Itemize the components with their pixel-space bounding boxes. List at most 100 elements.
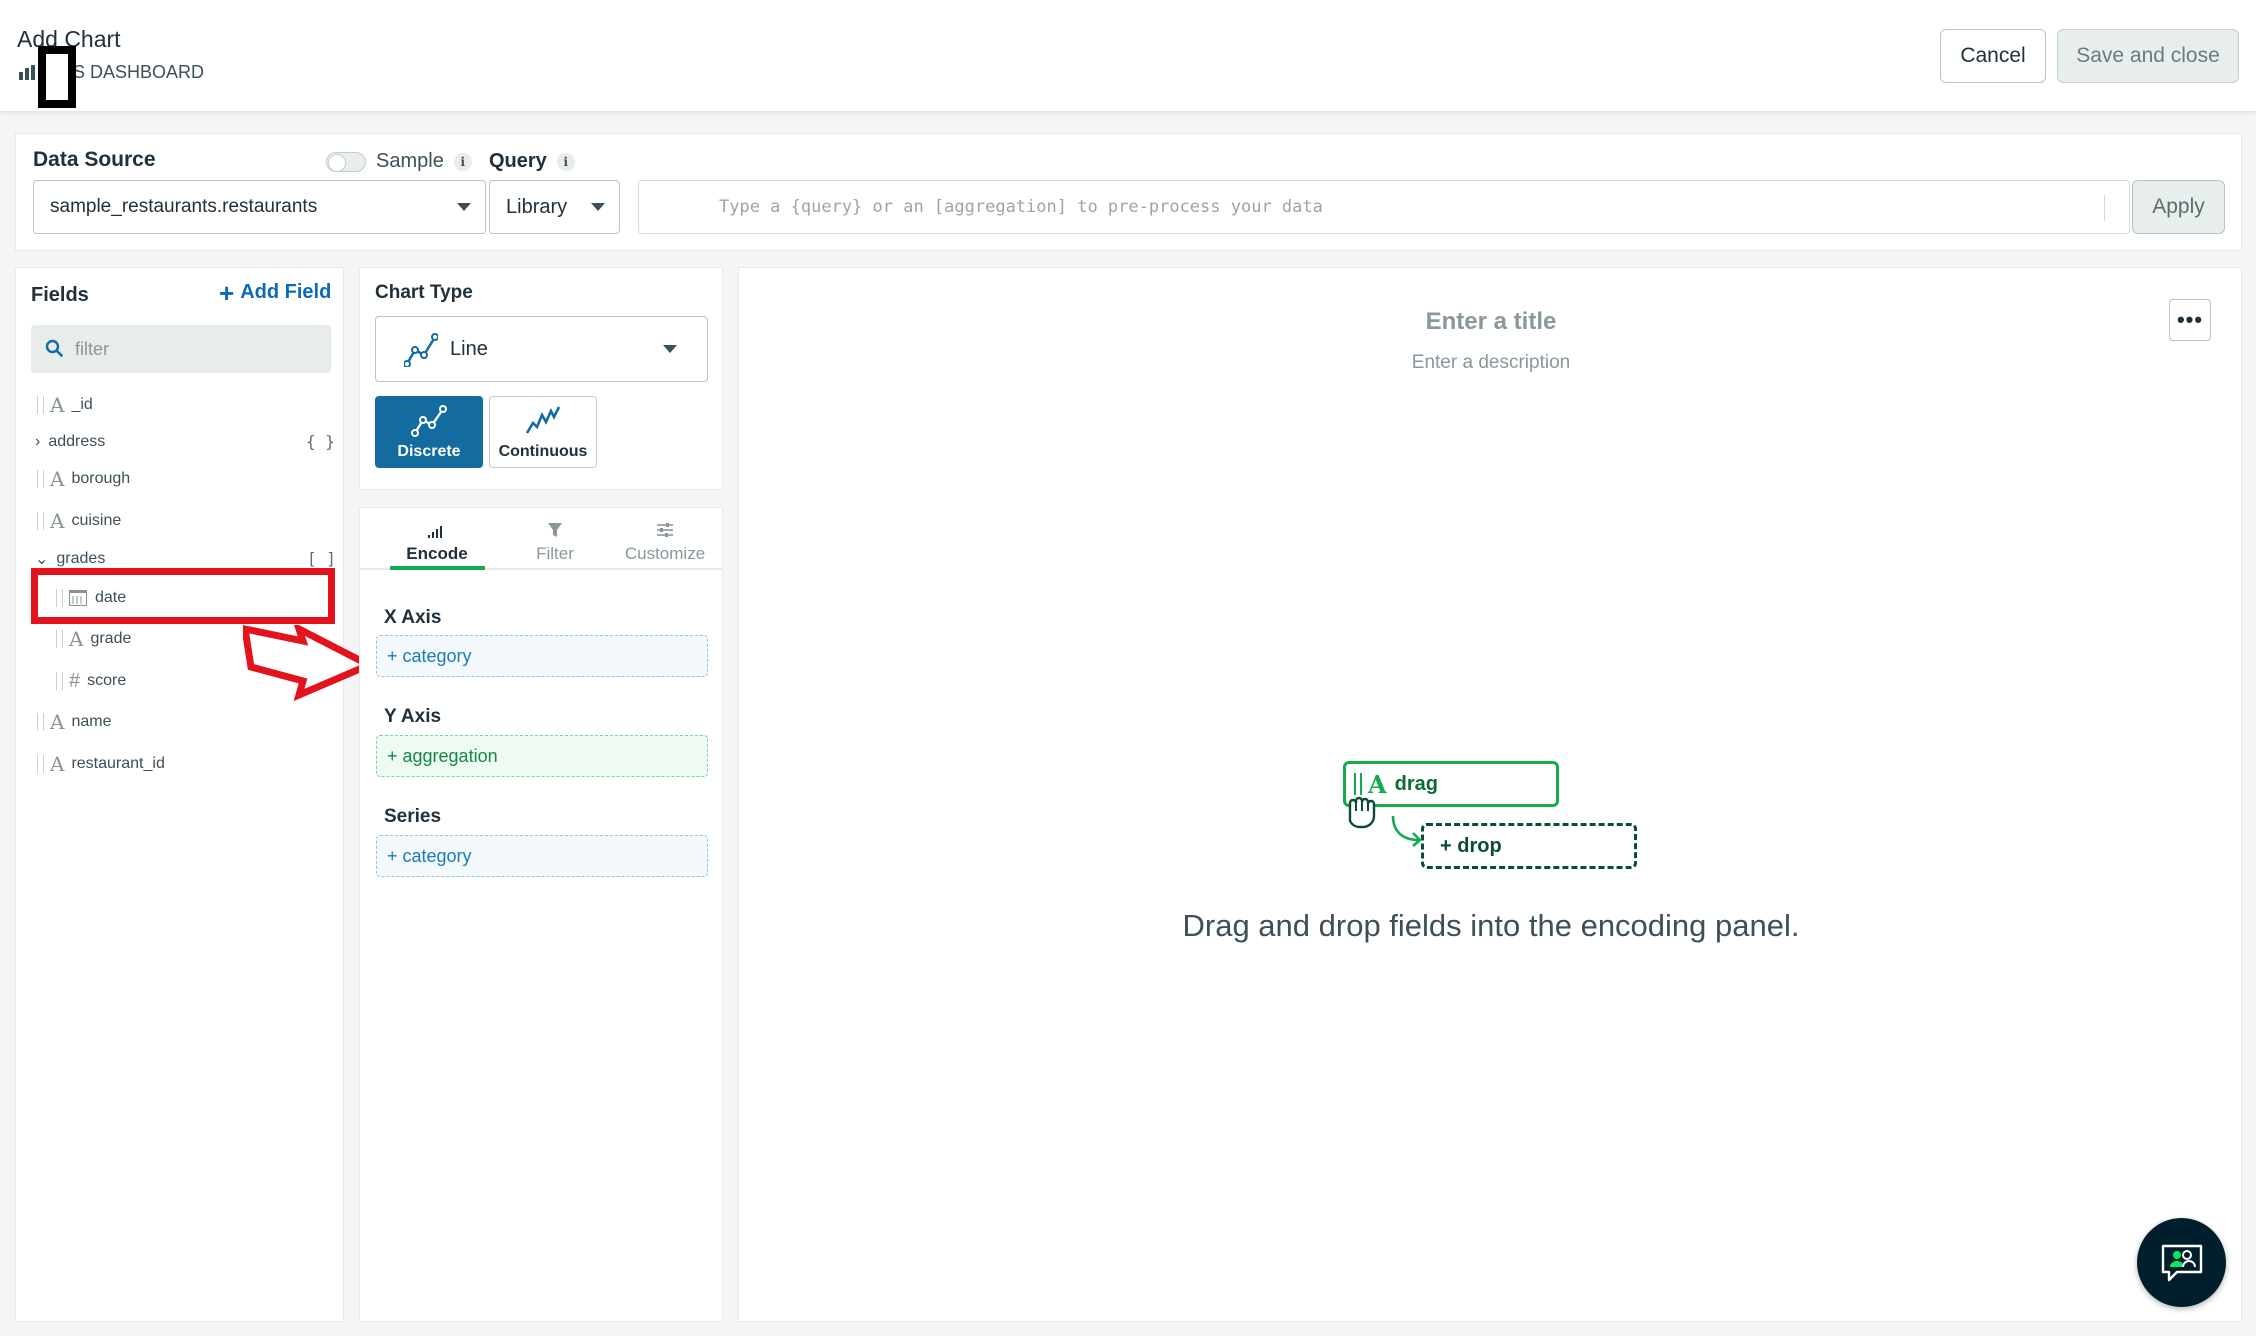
drag-handle-icon [37, 713, 44, 731]
tab-encode-label: Encode [406, 544, 468, 563]
more-options-button[interactable]: ••• [2169, 299, 2211, 341]
discrete-variant-button[interactable]: Discrete [375, 396, 483, 468]
string-type-icon: A [50, 467, 65, 491]
sample-label: Sample [376, 150, 444, 172]
field-item[interactable]: # score [56, 669, 126, 693]
library-select[interactable]: Library [489, 180, 620, 234]
caret-down-icon [663, 345, 677, 353]
drop-illustration-box: + drop [1421, 823, 1637, 869]
sample-toggle[interactable] [326, 151, 366, 172]
page-header: Add Chart S DASHBOARD Cancel Save and cl… [0, 0, 2256, 112]
chart-type-value: Line [450, 337, 488, 360]
string-type-icon: A [50, 710, 65, 734]
drag-handle-icon [56, 630, 63, 648]
field-filter-input[interactable]: filter [31, 325, 331, 373]
plus-icon: + [219, 277, 235, 308]
x-axis-drop-label: + category [387, 645, 472, 666]
chart-description-input[interactable]: Enter a description [739, 352, 2243, 374]
apply-button[interactable]: Apply [2132, 180, 2225, 234]
chart-title-input[interactable]: Enter a title [739, 308, 2243, 336]
array-type-badge: [ ] [307, 549, 336, 568]
chevron-down-icon: ⌄ [35, 551, 49, 568]
chevron-right-icon: › [35, 433, 41, 450]
drag-handle-icon [37, 470, 44, 488]
filter-placeholder: filter [75, 338, 110, 359]
field-item[interactable]: A cuisine [37, 509, 121, 533]
drop-label: + drop [1440, 834, 1502, 857]
chat-support-button[interactable] [2137, 1218, 2226, 1307]
field-item[interactable]: A grade [56, 627, 131, 651]
library-label: Library [506, 195, 568, 218]
encode-icon [428, 520, 446, 538]
curved-arrow-icon [1391, 815, 1422, 847]
field-item[interactable]: › address [35, 430, 105, 454]
y-axis-drop-label: + aggregation [387, 745, 498, 766]
discrete-line-icon [411, 405, 447, 437]
chart-type-title: Chart Type [375, 282, 473, 303]
drag-handle-icon [56, 672, 63, 690]
field-item[interactable]: A name [37, 710, 111, 734]
add-field-label: Add Field [240, 281, 332, 303]
ellipsis-icon: ••• [2176, 307, 2204, 332]
filter-icon [547, 520, 563, 538]
add-field-button[interactable]: + Add Field [219, 277, 332, 308]
string-type-icon: A [50, 393, 65, 417]
query-label: Query [489, 150, 547, 172]
chart-canvas: Enter a title Enter a description ••• A … [738, 267, 2242, 1322]
continuous-line-icon [525, 406, 561, 434]
field-name: cuisine [71, 512, 122, 529]
field-name: borough [71, 470, 131, 487]
continuous-label: Continuous [498, 443, 588, 460]
field-name: name [71, 713, 112, 730]
fields-panel: Fields + Add Field filter A _id › addres… [15, 267, 344, 1322]
chart-type-select[interactable]: Line [375, 316, 708, 382]
tab-filter[interactable]: Filter [500, 520, 610, 564]
tab-filter-label: Filter [536, 544, 574, 563]
text-cursor-marker [38, 46, 76, 108]
data-source-label: Data Source [33, 148, 156, 171]
caret-down-icon [591, 203, 605, 211]
data-source-select[interactable]: sample_restaurants.restaurants [33, 180, 486, 234]
info-icon[interactable]: i [556, 152, 575, 171]
drag-handle-icon [37, 396, 44, 414]
fields-title: Fields [31, 284, 89, 306]
drag-handle-icon [37, 512, 44, 530]
y-axis-drop-zone[interactable]: + aggregation [376, 735, 708, 777]
divider [2104, 195, 2105, 221]
field-name: restaurant_id [71, 755, 165, 772]
series-label: Series [384, 806, 442, 827]
field-name: score [87, 672, 127, 689]
string-type-icon: A [50, 752, 65, 776]
active-tab-indicator [390, 566, 485, 570]
sliders-icon [656, 520, 674, 538]
x-axis-drop-zone[interactable]: + category [376, 635, 708, 677]
empty-state-message: Drag and drop fields into the encoding p… [1182, 908, 1800, 943]
string-type-icon: A [69, 627, 84, 651]
encoding-panel: Encode Filter Customize X Axis + categor… [359, 507, 723, 1322]
annotation-arrow-icon [243, 625, 373, 701]
save-and-close-button[interactable]: Save and close [2057, 29, 2239, 83]
grab-hand-icon [1348, 796, 1376, 829]
query-input[interactable]: Type a {query} or an [aggregation] to pr… [638, 180, 2130, 234]
object-type-badge: { } [306, 432, 335, 451]
tab-customize-label: Customize [624, 544, 706, 563]
info-icon[interactable]: i [453, 152, 472, 171]
chart-type-panel: Chart Type Line Discrete Continuous [359, 267, 723, 490]
continuous-variant-button[interactable]: Continuous [489, 396, 597, 468]
field-item[interactable]: A _id [37, 393, 93, 417]
search-icon [45, 339, 63, 357]
string-type-icon: A [50, 509, 65, 533]
chat-people-icon [2161, 1244, 2202, 1281]
field-name: address [48, 433, 106, 450]
data-source-bar: Data Source Sample i Query i sample_rest… [15, 133, 2242, 251]
drag-label: drag [1394, 772, 1438, 795]
drag-handle-icon [37, 755, 44, 773]
series-drop-label: + category [387, 845, 472, 866]
tab-customize[interactable]: Customize [610, 520, 720, 564]
series-drop-zone[interactable]: + category [376, 835, 708, 877]
tab-encode[interactable]: Encode [382, 520, 492, 564]
field-item[interactable]: A borough [37, 467, 130, 491]
breadcrumb-label: S DASHBOARD [73, 62, 205, 82]
field-item[interactable]: A restaurant_id [37, 752, 165, 776]
cancel-button[interactable]: Cancel [1940, 29, 2046, 83]
